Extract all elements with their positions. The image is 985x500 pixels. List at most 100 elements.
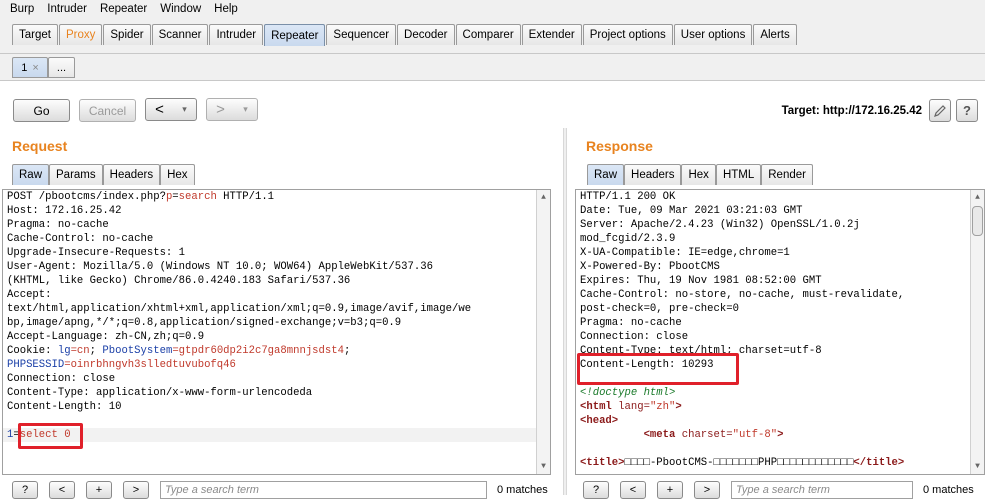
request-line: Host: 172.16.25.42 [7, 205, 122, 217]
response-line: X-Powered-By: PbootCMS [580, 261, 720, 273]
question-icon[interactable]: ? [956, 99, 978, 122]
request-line: 1=select 0 [3, 428, 550, 442]
tab-intruder[interactable]: Intruder [209, 24, 264, 45]
add-button[interactable]: + [86, 481, 112, 499]
chevron-left-icon: < [155, 101, 164, 118]
chevron-down-icon: ▾ [182, 104, 187, 114]
request-line: POST /pbootcms/index.php?p=search HTTP/1… [7, 191, 275, 203]
request-tab-hex[interactable]: Hex [160, 164, 195, 185]
tab-alerts[interactable]: Alerts [753, 24, 797, 45]
menu-item-burp[interactable]: Burp [10, 3, 34, 15]
match-count: 0 matches [923, 484, 974, 496]
response-line: Pragma: no-cache [580, 317, 682, 329]
new-tab-button[interactable]: ... [48, 57, 75, 78]
response-title: Response [586, 138, 653, 154]
tab-user-options[interactable]: User options [673, 24, 753, 45]
response-tab-html[interactable]: HTML [715, 164, 762, 185]
main-tabs: Target Proxy Spider Scanner Intruder Repeater… [12, 24, 798, 46]
menu-item-window[interactable]: Window [160, 3, 201, 15]
chevron-down-icon: ▾ [243, 104, 248, 114]
request-line: PHPSESSID=oinrbhngvh3slledtuvubofq46 [7, 359, 236, 371]
match-count: 0 matches [497, 484, 548, 496]
request-line: Content-Type: application/x-www-form-url… [7, 387, 313, 399]
tab-scanner[interactable]: Scanner [151, 24, 209, 45]
pencil-icon[interactable] [929, 99, 951, 122]
scroll-down-icon[interactable]: ▼ [539, 462, 548, 471]
close-icon[interactable]: × [32, 62, 38, 74]
response-line: <!doctype html> [580, 387, 676, 399]
response-tab-raw[interactable]: Raw [587, 164, 625, 185]
panel-divider[interactable] [563, 128, 567, 495]
scroll-thumb[interactable] [972, 206, 983, 236]
tab-decoder[interactable]: Decoder [397, 24, 455, 45]
request-line: Accept: [7, 289, 52, 301]
back-button[interactable]: < ▾ [145, 98, 197, 121]
tab-extender[interactable]: Extender [521, 24, 582, 45]
tab-comparer[interactable]: Comparer [455, 24, 521, 45]
menu-bar: Burp Intruder Repeater Window Help [0, 0, 985, 17]
help-button[interactable]: ? [583, 481, 609, 499]
scroll-down-icon[interactable]: ▼ [973, 462, 982, 471]
request-line: Cache-Control: no-cache [7, 233, 154, 245]
request-line: Content-Length: 10 [7, 401, 122, 413]
prev-match-button[interactable]: < [49, 481, 75, 499]
search-input[interactable]: Type a search term [731, 481, 913, 499]
response-line: Date: Tue, 09 Mar 2021 03:21:03 GMT [580, 205, 803, 217]
add-button[interactable]: + [657, 481, 683, 499]
response-tab-headers[interactable]: Headers [624, 164, 682, 185]
forward-button[interactable]: > ▾ [206, 98, 258, 121]
response-tab-render[interactable]: Render [761, 164, 813, 185]
response-line: <head> [580, 415, 619, 427]
repeater-tab-1[interactable]: 1 × [12, 57, 48, 78]
request-line: User-Agent: Mozilla/5.0 (Windows NT 10.0… [7, 261, 433, 273]
request-line: (KHTML, like Gecko) Chrome/86.0.4240.183… [7, 275, 351, 287]
request-line: Connection: close [7, 373, 116, 385]
tab-spider[interactable]: Spider [103, 24, 151, 45]
chevron-right-icon: > [216, 101, 225, 118]
menu-item-help[interactable]: Help [214, 3, 238, 15]
tab-repeater[interactable]: Repeater [264, 24, 326, 46]
next-match-button[interactable]: > [694, 481, 720, 499]
request-line: Pragma: no-cache [7, 219, 109, 231]
request-body-highlight [18, 423, 83, 449]
go-button[interactable]: Go [13, 99, 70, 122]
scroll-up-icon[interactable]: ▲ [973, 193, 982, 202]
tab-project-options[interactable]: Project options [582, 24, 673, 45]
response-scrollbar[interactable]: ▲ ▼ [970, 190, 984, 474]
next-match-button[interactable]: > [123, 481, 149, 499]
request-editor[interactable]: POST /pbootcms/index.php?p=search HTTP/1… [2, 189, 551, 475]
prev-match-button[interactable]: < [620, 481, 646, 499]
request-search-bar: ? < + > Type a search term 0 matches [12, 480, 548, 500]
tab-proxy[interactable]: Proxy [58, 24, 103, 45]
tab-sequencer[interactable]: Sequencer [326, 24, 397, 45]
repeater-subtabs: 1 × ... [0, 54, 985, 81]
response-line: <title>□□□□-PbootCMS-□□□□□□□PHP□□□□□□□□□… [580, 457, 905, 469]
cancel-button[interactable]: Cancel [79, 99, 136, 122]
menu-item-repeater[interactable]: Repeater [100, 3, 147, 15]
response-line: <meta charset="utf-8"> [643, 429, 784, 441]
response-line: post-check=0, pre-check=0 [580, 303, 739, 315]
request-title: Request [12, 138, 68, 154]
request-line: bp,image/apng,*/*;q=0.8,application/sign… [7, 317, 402, 329]
response-search-bar: ? < + > Type a search term 0 matches [583, 480, 974, 500]
response-tab-hex[interactable]: Hex [681, 164, 716, 185]
scroll-up-icon[interactable]: ▲ [539, 193, 548, 202]
content-length-highlight [577, 353, 739, 385]
response-line: Expires: Thu, 19 Nov 1981 08:52:00 GMT [580, 275, 822, 287]
target-label: Target: http://172.16.25.42 [781, 105, 922, 117]
request-tab-raw[interactable]: Raw [12, 164, 50, 185]
response-editor[interactable]: HTTP/1.1 200 OK Date: Tue, 09 Mar 2021 03… [575, 189, 985, 475]
request-scrollbar[interactable]: ▲ ▼ [536, 190, 550, 474]
main-toolbar: Target Proxy Spider Scanner Intruder Repeater… [0, 17, 985, 54]
help-button[interactable]: ? [12, 481, 38, 499]
request-tabs: Raw Params Headers Hex [12, 164, 195, 185]
search-input[interactable]: Type a search term [160, 481, 487, 499]
menu-item-intruder[interactable]: Intruder [47, 3, 87, 15]
request-tab-headers[interactable]: Headers [102, 164, 161, 185]
response-line: Server: Apache/2.4.23 (Win32) OpenSSL/1.… [580, 219, 860, 231]
request-tab-params[interactable]: Params [49, 164, 103, 185]
repeater-tab-label: 1 [21, 61, 28, 74]
request-line: Cookie: lg=cn; PbootSystem=gtpdr60dp2i2c… [7, 345, 351, 357]
tab-target[interactable]: Target [12, 24, 58, 45]
response-tabs: Raw Headers Hex HTML Render [587, 164, 813, 185]
